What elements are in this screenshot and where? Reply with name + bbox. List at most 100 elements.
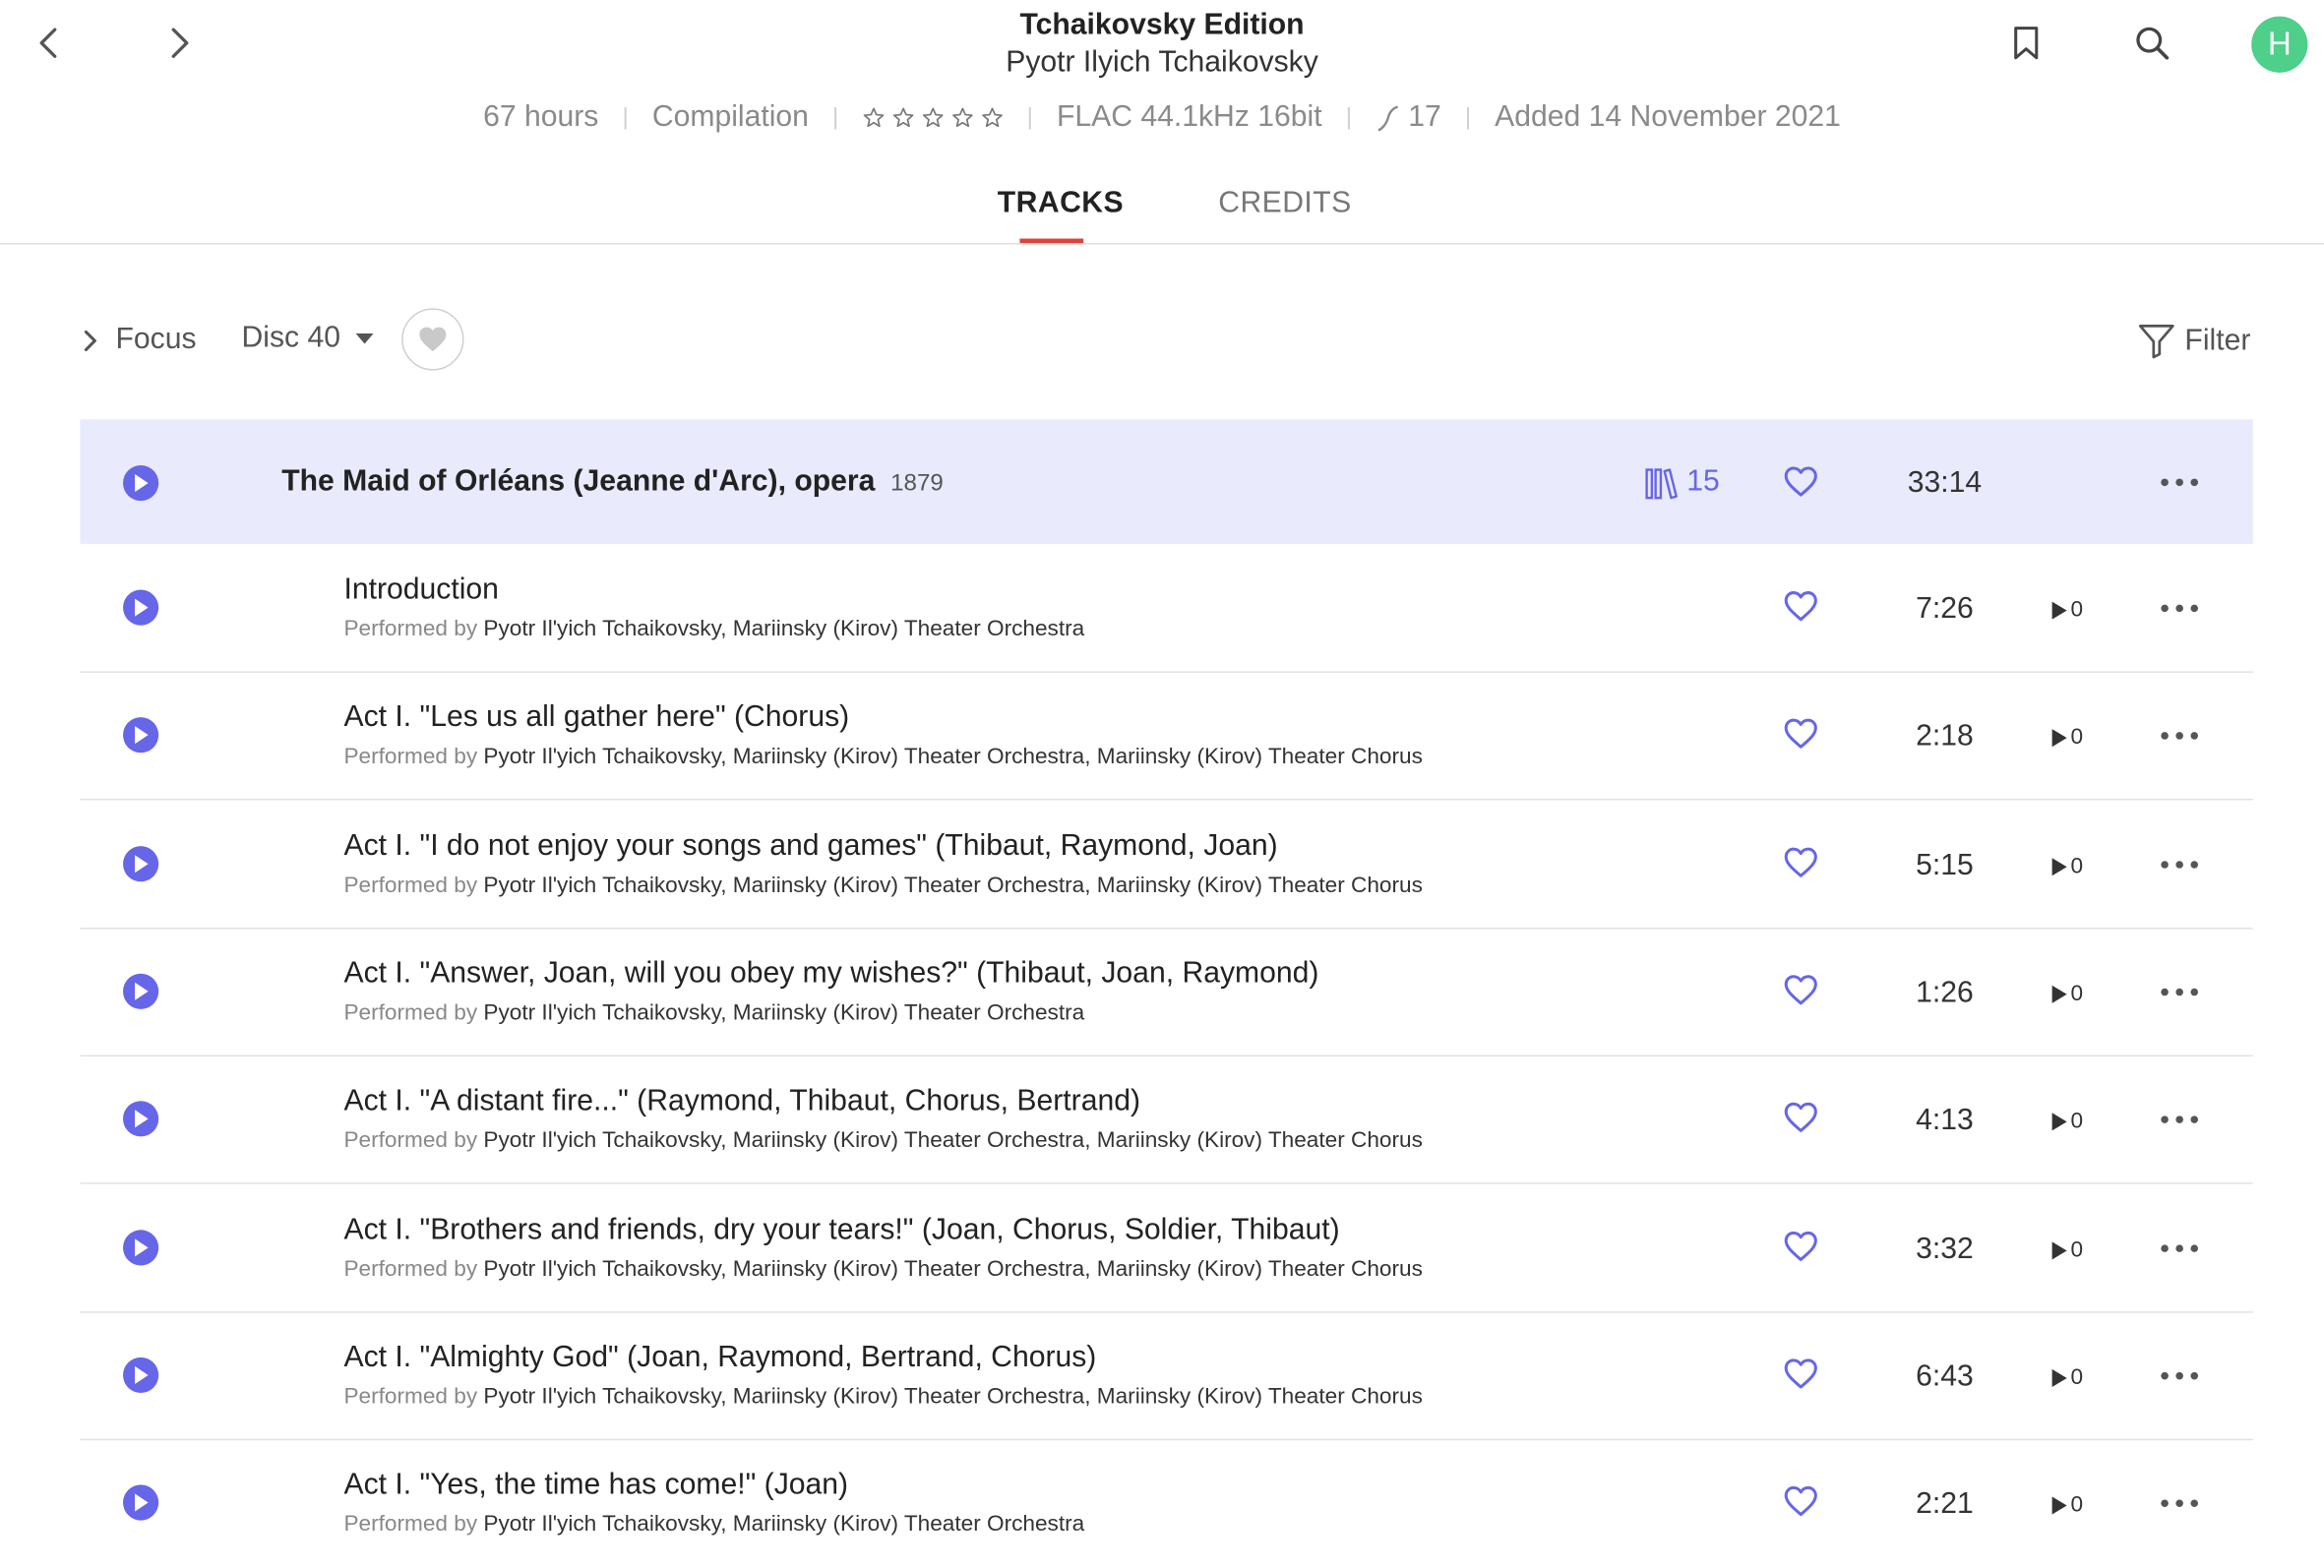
favorite-work-button[interactable] <box>1783 465 1818 506</box>
favorite-track-button[interactable] <box>1783 717 1818 757</box>
favorite-track-button[interactable] <box>1783 1357 1818 1398</box>
star-icon[interactable] <box>981 106 1004 129</box>
heart-outline-icon <box>1784 1358 1817 1389</box>
play-track-button[interactable] <box>123 589 159 626</box>
performer-names[interactable]: Pyotr Il'yich Tchaikovsky, Mariinsky (Ki… <box>483 1384 1422 1410</box>
track-more-button[interactable] <box>2161 1116 2211 1123</box>
track-row[interactable]: Act I. "Answer, Joan, will you obey my w… <box>80 930 2252 1057</box>
performer-names[interactable]: Pyotr Il'yich Tchaikovsky, Mariinsky (Ki… <box>483 744 1422 769</box>
performer-names[interactable]: Pyotr Il'yich Tchaikovsky, Mariinsky (Ki… <box>483 1512 1084 1538</box>
track-row[interactable]: Act I. "Brothers and friends, dry your t… <box>80 1185 2252 1313</box>
play-icon <box>135 1365 149 1384</box>
star-icon[interactable] <box>951 106 974 129</box>
play-work-button[interactable] <box>123 465 159 502</box>
favorite-track-button[interactable] <box>1783 846 1818 886</box>
track-duration: 2:21 <box>1916 1487 1974 1521</box>
performed-by-label: Performed by <box>343 1127 478 1153</box>
play-track-button[interactable] <box>123 973 159 1009</box>
performed-by-label: Performed by <box>343 1383 478 1410</box>
app: Tchaikovsky Edition Pyotr Ilyich Tchaiko… <box>0 0 2324 1548</box>
performer-names[interactable]: Pyotr Il'yich Tchaikovsky, Mariinsky (Ki… <box>483 617 1084 642</box>
performer-names[interactable]: Pyotr Il'yich Tchaikovsky, Mariinsky (Ki… <box>483 873 1422 898</box>
play-track-button[interactable] <box>123 1357 159 1394</box>
play-track-button[interactable] <box>123 1101 159 1137</box>
favorite-track-button[interactable] <box>1783 1230 1818 1270</box>
performer-names[interactable]: Pyotr Il'yich Tchaikovsky, Mariinsky (Ki… <box>483 1127 1422 1153</box>
play-count: 0 <box>2051 597 2083 623</box>
favorite-track-button[interactable] <box>1783 974 1818 1014</box>
heart-outline-icon <box>1784 466 1817 497</box>
track-title[interactable]: Act I. "Answer, Joan, will you obey my w… <box>343 957 1318 992</box>
focus-toggle[interactable]: Focus <box>80 323 197 357</box>
track-title[interactable]: Act I. "Les us all gather here" (Chorus) <box>343 701 849 736</box>
performer-names[interactable]: Pyotr Il'yich Tchaikovsky, Mariinsky (Ki… <box>483 1000 1084 1026</box>
track-performers: Performed by Pyotr Il'yich Tchaikovsky, … <box>343 873 1422 898</box>
header-divider <box>0 243 2324 245</box>
track-row[interactable]: Introduction Performed by Pyotr Il'yich T… <box>80 545 2252 673</box>
track-title[interactable]: Act I. "A distant fire..." (Raymond, Thi… <box>343 1085 1140 1119</box>
filter-button[interactable]: Filter <box>2137 323 2250 359</box>
track-title[interactable]: Act I. "Brothers and friends, dry your t… <box>343 1214 1339 1248</box>
work-more-button[interactable] <box>2161 478 2211 487</box>
play-track-button[interactable] <box>123 1230 159 1266</box>
play-count: 0 <box>2051 981 2083 1006</box>
avatar[interactable]: H <box>2251 16 2308 73</box>
tab-credits[interactable]: CREDITS <box>1218 187 1351 221</box>
search-button[interactable] <box>2127 18 2177 68</box>
play-track-button[interactable] <box>123 1484 159 1521</box>
play-count-icon <box>2051 857 2067 875</box>
play-icon <box>135 855 149 874</box>
star-icon[interactable] <box>862 106 885 129</box>
track-duration: 7:26 <box>1916 592 1974 626</box>
play-count: 0 <box>2051 725 2083 750</box>
track-performers: Performed by Pyotr Il'yich Tchaikovsky, … <box>343 1384 1422 1410</box>
play-count-icon <box>2051 728 2067 747</box>
track-more-button[interactable] <box>2161 732 2211 740</box>
star-icon[interactable] <box>892 106 915 129</box>
heart-outline-icon <box>1784 1231 1817 1261</box>
play-icon <box>135 1110 149 1128</box>
track-row[interactable]: Act I. "Almighty God" (Joan, Raymond, Be… <box>80 1313 2252 1441</box>
work-version-count: 15 <box>1686 465 1720 499</box>
track-more-button[interactable] <box>2161 604 2211 613</box>
tab-tracks[interactable]: TRACKS <box>998 187 1124 221</box>
track-title[interactable]: Introduction <box>343 573 498 608</box>
track-title[interactable]: Act I. "Yes, the time has come!" (Joan) <box>343 1469 848 1503</box>
favorite-track-button[interactable] <box>1783 1484 1818 1525</box>
search-icon <box>2136 27 2170 60</box>
star-icon[interactable] <box>922 106 945 129</box>
track-more-button[interactable] <box>2161 1371 2211 1380</box>
disc-selector[interactable]: Disc 40 <box>242 322 374 356</box>
track-title[interactable]: Act I. "Almighty God" (Joan, Raymond, Be… <box>343 1341 1096 1375</box>
play-count: 0 <box>2051 1492 2083 1518</box>
work-row[interactable]: The Maid of Orléans (Jeanne d'Arc), oper… <box>80 419 2253 544</box>
track-duration: 1:26 <box>1916 976 1974 1009</box>
play-count: 0 <box>2051 1364 2083 1390</box>
performer-names[interactable]: Pyotr Il'yich Tchaikovsky, Mariinsky (Ki… <box>483 1256 1422 1282</box>
track-more-button[interactable] <box>2161 861 2211 869</box>
play-count-icon <box>2051 1368 2067 1387</box>
track-more-button[interactable] <box>2161 1244 2211 1252</box>
focus-label: Focus <box>115 323 197 356</box>
play-count-icon <box>2051 600 2067 619</box>
favorite-track-button[interactable] <box>1783 1101 1818 1141</box>
track-row[interactable]: Act I. "A distant fire..." (Raymond, Thi… <box>80 1056 2252 1184</box>
work-duration: 33:14 <box>1907 466 1983 500</box>
track-more-button[interactable] <box>2161 1499 2211 1508</box>
album-title: Tchaikovsky Edition <box>1019 9 1305 42</box>
album-artist[interactable]: Pyotr Ilyich Tchaikovsky <box>0 46 2324 81</box>
work-versions-button[interactable]: 15 <box>1645 465 1720 500</box>
play-track-button[interactable] <box>123 846 159 882</box>
favorite-disc-button[interactable] <box>401 308 464 371</box>
track-more-button[interactable] <box>2161 988 2211 996</box>
bookmark-button[interactable] <box>2001 18 2051 68</box>
favorite-track-button[interactable] <box>1783 590 1818 631</box>
track-row[interactable]: Act I. "Les us all gather here" (Chorus)… <box>80 673 2252 801</box>
track-row[interactable]: Act I. "Yes, the time has come!" (Joan) P… <box>80 1440 2252 1568</box>
star-rating[interactable] <box>862 106 1003 129</box>
play-track-button[interactable] <box>123 717 159 754</box>
track-title[interactable]: Act I. "I do not enjoy your songs and ga… <box>343 830 1277 865</box>
track-row[interactable]: Act I. "I do not enjoy your songs and ga… <box>80 802 2252 930</box>
heart-outline-icon <box>1784 1485 1817 1517</box>
play-icon <box>135 1238 149 1257</box>
